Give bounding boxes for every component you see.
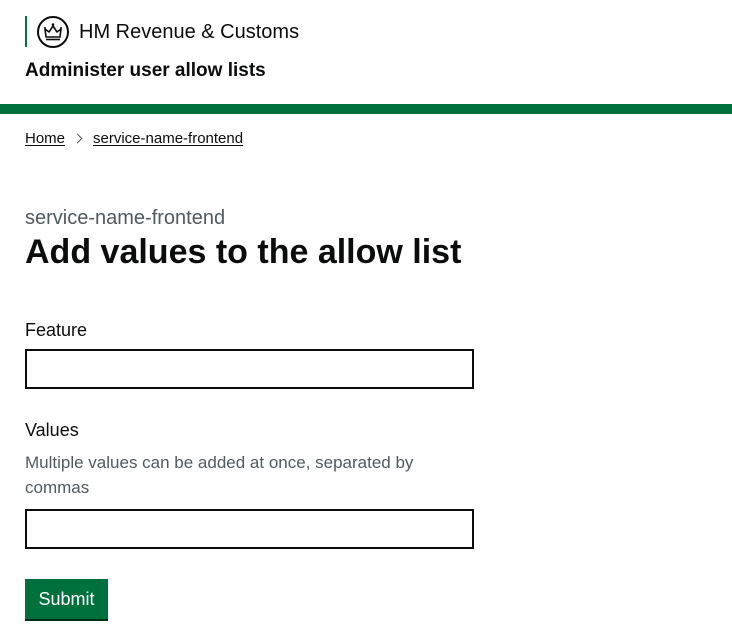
feature-label: Feature (25, 320, 88, 340)
values-input[interactable] (25, 509, 474, 549)
organisation-logo[interactable]: HM Revenue & Customs (25, 15, 300, 48)
breadcrumb-service-link[interactable]: service-name-frontend (93, 130, 243, 147)
service-name-link[interactable]: Administer user allow lists (25, 60, 266, 82)
submit-button[interactable]: Submit (25, 579, 108, 619)
breadcrumb: Home service-name-frontend (25, 130, 243, 147)
breadcrumb-home-link[interactable]: Home (25, 130, 65, 147)
page-caption: service-name-frontend (25, 207, 226, 229)
values-hint: Multiple values can be added at once, se… (25, 453, 414, 497)
organisation-name: HM Revenue & Customs (79, 20, 300, 43)
site-header: HM Revenue & Customs Administer user all… (0, 0, 732, 104)
chevron-right-icon (72, 133, 83, 144)
page-title: Add values to the allow list (25, 233, 462, 271)
feature-input[interactable] (25, 349, 474, 389)
values-label: Values (25, 420, 79, 440)
header-accent-bar (0, 104, 732, 114)
crown-icon (37, 15, 69, 48)
